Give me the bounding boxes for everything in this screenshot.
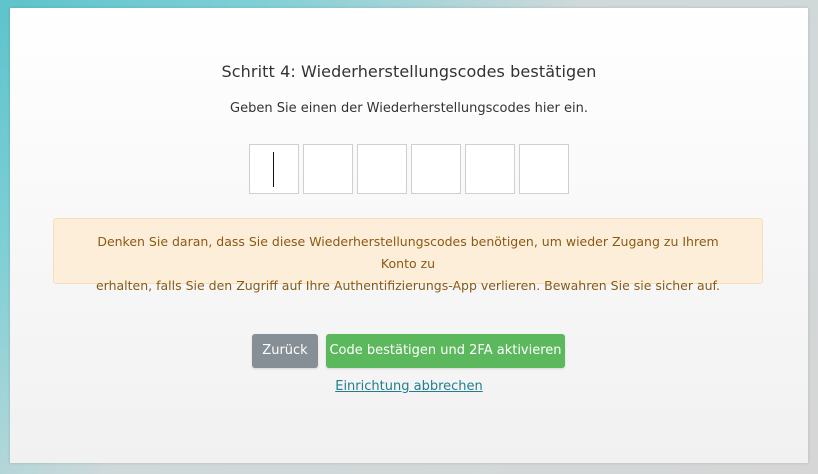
code-digit-input-6[interactable] xyxy=(519,144,569,194)
code-digit-input-2[interactable] xyxy=(303,144,353,194)
cancel-setup-link[interactable]: Einrichtung abbrechen xyxy=(335,379,483,394)
confirm-code-button[interactable]: Code bestätigen und 2FA aktivieren xyxy=(326,334,565,368)
code-digit-input-5[interactable] xyxy=(465,144,515,194)
recovery-code-inputs xyxy=(249,144,569,194)
warning-alert: Denken Sie daran, dass Sie diese Wiederh… xyxy=(53,218,763,293)
code-digit-input-1[interactable] xyxy=(249,144,299,194)
code-digit-input-3[interactable] xyxy=(357,144,407,194)
back-button[interactable]: Zurück xyxy=(252,334,318,368)
cancel-setup-container: Einrichtung abbrechen xyxy=(10,379,808,394)
setup-dialog: Schritt 4: Wiederherstellungscodes bestä… xyxy=(10,8,808,463)
text-caret xyxy=(273,152,274,187)
warning-text-line-2: erhalten, falls Sie den Zugriff auf Ihre… xyxy=(95,278,721,293)
dialog-title: Schritt 4: Wiederherstellungscodes bestä… xyxy=(221,62,597,81)
code-digit-input-4[interactable] xyxy=(411,144,461,194)
warning-text-line-1: Denken Sie daran, dass Sie diese Wiederh… xyxy=(97,234,719,271)
dialog-instruction: Geben Sie einen der Wiederherstellungsco… xyxy=(230,101,588,116)
